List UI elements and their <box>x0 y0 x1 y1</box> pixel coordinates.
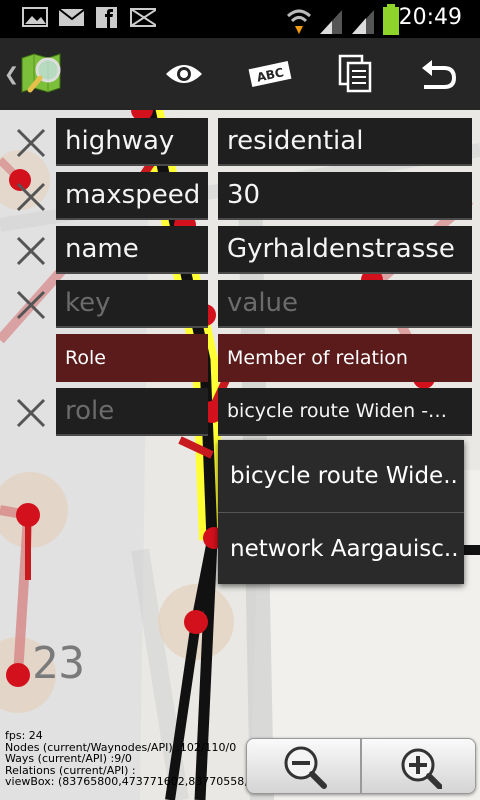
role-input[interactable]: role <box>56 388 208 436</box>
eye-icon <box>166 65 202 83</box>
new-key-input[interactable]: key <box>56 280 208 328</box>
facebook-icon <box>94 6 120 28</box>
undo-icon <box>422 60 457 89</box>
tag-row: maxspeed 30 <box>0 172 480 220</box>
tag-key-field[interactable]: maxspeed <box>56 172 208 220</box>
delete-tag-button[interactable] <box>14 234 48 268</box>
text-tags-button[interactable]: ABC <box>248 52 292 96</box>
wifi-icon <box>286 6 312 40</box>
relation-header-row: Role Member of relation <box>0 334 480 382</box>
relation-option[interactable]: bicycle route Wide.. <box>218 440 464 512</box>
copy-icon <box>338 54 372 93</box>
zoom-out-icon <box>284 746 327 789</box>
signal-icon-2 <box>350 6 376 40</box>
gallery-icon <box>22 6 48 28</box>
delete-tag-button[interactable] <box>14 288 48 322</box>
close-icon <box>16 182 46 212</box>
delete-tag-button[interactable] <box>14 180 48 214</box>
tag-value-field[interactable]: Gyrhaldenstrasse <box>218 226 472 274</box>
zoom-in-button[interactable] <box>362 739 475 793</box>
email-icon <box>130 6 156 28</box>
mail-icon <box>58 6 84 28</box>
abc-tag-icon: ABC <box>248 61 292 87</box>
map-magnifier-icon <box>21 53 61 93</box>
relation-option[interactable]: network Aargauisc.. <box>218 512 464 584</box>
eye-button[interactable] <box>162 52 206 96</box>
relation-dropdown: bicycle route Wide.. network Aargauisc.. <box>218 440 464 584</box>
tag-value-field[interactable]: residential <box>218 118 472 166</box>
role-header: Role <box>56 334 208 382</box>
clock: 20:49 <box>398 5 462 30</box>
new-tag-row: key value <box>0 280 480 328</box>
relation-select[interactable]: bicycle route Widen -… <box>218 388 472 436</box>
action-bar: ❮ ABC <box>0 38 480 113</box>
tag-row: highway residential <box>0 118 480 166</box>
zoom-out-button[interactable] <box>247 739 360 793</box>
battery-icon <box>382 4 400 40</box>
undo-button[interactable] <box>416 52 460 96</box>
delete-tag-button[interactable] <box>14 126 48 160</box>
up-caret-icon[interactable]: ❮ <box>4 64 19 85</box>
tag-value-field[interactable]: 30 <box>218 172 472 220</box>
zoom-controls <box>246 738 476 794</box>
copy-button[interactable] <box>334 52 378 96</box>
close-icon <box>16 398 46 428</box>
close-icon <box>16 128 46 158</box>
member-of-relation-header: Member of relation <box>218 334 472 382</box>
status-bar: 20:49 <box>0 0 480 38</box>
close-icon <box>16 290 46 320</box>
relation-row: role bicycle route Widen -… <box>0 388 480 436</box>
tag-key-field[interactable]: name <box>56 226 208 274</box>
close-icon <box>16 236 46 266</box>
new-value-input[interactable]: value <box>218 280 472 328</box>
signal-icon <box>318 6 344 40</box>
app-logo-button[interactable] <box>18 48 68 98</box>
map-house-number-label: 23 <box>32 638 85 689</box>
zoom-in-icon <box>401 748 442 789</box>
tag-key-field[interactable]: highway <box>56 118 208 166</box>
tag-row: name Gyrhaldenstrasse <box>0 226 480 274</box>
delete-relation-button[interactable] <box>14 396 48 430</box>
